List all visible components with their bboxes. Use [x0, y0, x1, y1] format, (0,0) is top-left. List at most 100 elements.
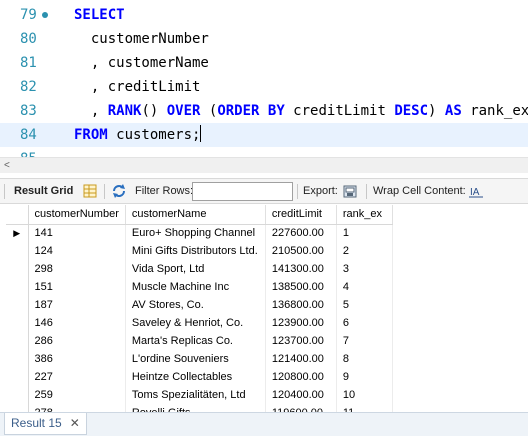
cell-creditlimit[interactable]: 123700.00 — [265, 332, 337, 350]
refresh-icon[interactable] — [111, 183, 127, 199]
table-row[interactable]: 286 Marta's Replicas Co. 123700.00 7 — [6, 332, 393, 350]
table-row[interactable]: 124 Mini Gifts Distributors Ltd. 210500.00… — [6, 242, 393, 260]
cell-creditlimit[interactable]: 136800.00 — [265, 296, 337, 314]
cell-customernumber[interactable]: 298 — [28, 260, 126, 278]
table-row[interactable]: 278Rovelli Gifts119600.0011 — [6, 404, 393, 412]
code-line[interactable]: 84 FROM customers; — [0, 123, 528, 147]
code-line[interactable]: 82 , creditLimit — [0, 75, 528, 99]
cell-creditlimit[interactable]: 210500.00 — [265, 242, 337, 260]
code-line[interactable]: 83 , RANK() OVER (ORDER BY creditLimit D… — [0, 99, 528, 123]
cell-customername[interactable]: Mini Gifts Distributors Ltd. — [125, 242, 266, 260]
cell-customernumber[interactable]: 278 — [28, 404, 126, 412]
column-header-creditlimit[interactable]: creditLimit — [265, 205, 337, 225]
filter-rows-input[interactable] — [192, 182, 293, 201]
column-header-customernumber[interactable]: customerNumber — [28, 205, 126, 225]
table-row[interactable]: 259 Toms Spezialitäten, Ltd 120400.00 10 — [6, 386, 393, 404]
svg-text:IA: IA — [470, 187, 480, 198]
editor-horizontal-scrollbar[interactable]: < — [0, 157, 528, 173]
cell-creditlimit[interactable]: 227600.00 — [265, 224, 337, 242]
column-header-rank-ex[interactable]: rank_ex — [336, 205, 393, 225]
result-grid[interactable]: customerNumber customerName creditLimit … — [6, 205, 528, 412]
cell-customernumber[interactable]: 141 — [28, 224, 126, 242]
result-grid-button[interactable]: Result Grid — [14, 179, 73, 203]
cell-rank-ex[interactable]: 11 — [336, 404, 393, 412]
cell-customernumber[interactable]: 227 — [28, 368, 126, 386]
cell-customernumber[interactable]: 286 — [28, 332, 126, 350]
cell-customername[interactable]: Toms Spezialitäten, Ltd — [125, 386, 266, 404]
result-table: customerNumber customerName creditLimit … — [6, 205, 393, 412]
cell-customernumber[interactable]: 187 — [28, 296, 126, 314]
cell-rank-ex[interactable]: 3 — [336, 260, 393, 278]
table-row[interactable]: 187 AV Stores, Co. 136800.00 5 — [6, 296, 393, 314]
cell-rank-ex[interactable]: 9 — [336, 368, 393, 386]
close-icon[interactable]: ✕ — [70, 416, 80, 430]
sql-editor[interactable]: 79 SELECT 80 customerNumber 81 , customerNa… — [0, 0, 528, 157]
code-line[interactable]: 85 — [0, 147, 528, 157]
cell-rank-ex[interactable]: 8 — [336, 350, 393, 368]
column-header-customername[interactable]: customerName — [125, 205, 266, 225]
cell-customername[interactable]: Muscle Machine Inc — [125, 278, 266, 296]
row-selector[interactable] — [6, 242, 29, 260]
cell-creditlimit[interactable]: 121400.00 — [265, 350, 337, 368]
row-selector[interactable] — [6, 296, 29, 314]
row-selector[interactable] — [6, 260, 29, 278]
table-row[interactable]: 386 L'ordine Souveniers 121400.00 8 — [6, 350, 393, 368]
scroll-left-arrow-icon[interactable]: < — [4, 160, 10, 171]
cell-customername[interactable]: L'ordine Souveniers — [125, 350, 266, 368]
text-cursor — [200, 125, 202, 142]
cell-rank-ex[interactable]: 1 — [336, 224, 393, 242]
cell-rank-ex[interactable]: 4 — [336, 278, 393, 296]
cell-customernumber[interactable]: 151 — [28, 278, 126, 296]
table-row[interactable]: 146 Saveley & Henriot, Co. 123900.00 6 — [6, 314, 393, 332]
cell-creditlimit[interactable]: 120400.00 — [265, 386, 337, 404]
cell-rank-ex[interactable]: 2 — [336, 242, 393, 260]
cell-creditlimit[interactable]: 123900.00 — [265, 314, 337, 332]
code-line[interactable]: 81 , customerName — [0, 51, 528, 75]
export-icon[interactable] — [342, 183, 358, 199]
line-number: 79 — [20, 7, 37, 23]
cell-customername[interactable]: Euro+ Shopping Channel — [125, 224, 266, 242]
code-text: FROM customers; — [74, 125, 202, 143]
row-selector[interactable] — [6, 368, 29, 386]
code-line[interactable]: 79 SELECT — [0, 3, 528, 27]
cell-creditlimit[interactable]: 138500.00 — [265, 278, 337, 296]
cell-customername[interactable]: Saveley & Henriot, Co. — [125, 314, 266, 332]
row-selector-header[interactable] — [6, 205, 29, 225]
filter-rows-label: Filter Rows: — [135, 185, 194, 197]
code-text: , customerName — [74, 55, 209, 71]
cell-customername[interactable]: Vida Sport, Ltd — [125, 260, 266, 278]
cell-rank-ex[interactable]: 7 — [336, 332, 393, 350]
row-selector[interactable] — [6, 332, 29, 350]
cell-customernumber[interactable]: 259 — [28, 386, 126, 404]
row-selector[interactable] — [6, 350, 29, 368]
row-selector[interactable] — [6, 386, 29, 404]
row-selector[interactable] — [6, 404, 29, 412]
table-row[interactable]: 227 Heintze Collectables 120800.00 9 — [6, 368, 393, 386]
row-selector[interactable]: ▶ — [6, 224, 29, 242]
row-selector[interactable] — [6, 314, 29, 332]
table-row[interactable]: ▶ 141 Euro+ Shopping Channel 227600.00 1 — [6, 224, 393, 242]
cell-customernumber[interactable]: 146 — [28, 314, 126, 332]
cell-customername[interactable]: Marta's Replicas Co. — [125, 332, 266, 350]
cell-customername[interactable]: Heintze Collectables — [125, 368, 266, 386]
cell-customernumber[interactable]: 386 — [28, 350, 126, 368]
cell-rank-ex[interactable]: 6 — [336, 314, 393, 332]
table-row[interactable]: 298 Vida Sport, Ltd 141300.00 3 — [6, 260, 393, 278]
grid-view-icon[interactable] — [82, 183, 98, 199]
cell-customername[interactable]: AV Stores, Co. — [125, 296, 266, 314]
cell-rank-ex[interactable]: 10 — [336, 386, 393, 404]
code-text: , creditLimit — [74, 79, 201, 95]
cell-customername[interactable]: Rovelli Gifts — [125, 404, 266, 412]
cell-creditlimit[interactable]: 141300.00 — [265, 260, 337, 278]
tab-result-15[interactable]: Result 15 ✕ — [4, 413, 87, 435]
table-row[interactable]: 151 Muscle Machine Inc 138500.00 4 — [6, 278, 393, 296]
code-line[interactable]: 80 customerNumber — [0, 27, 528, 51]
cell-creditlimit[interactable]: 119600.00 — [265, 404, 337, 412]
cell-creditlimit[interactable]: 120800.00 — [265, 368, 337, 386]
cell-rank-ex[interactable]: 5 — [336, 296, 393, 314]
wrap-cell-icon[interactable]: IA — [468, 183, 484, 199]
breakpoint-dot-icon[interactable] — [42, 12, 48, 18]
cell-customernumber[interactable]: 124 — [28, 242, 126, 260]
row-selector[interactable] — [6, 278, 29, 296]
line-number: 83 — [20, 103, 37, 119]
